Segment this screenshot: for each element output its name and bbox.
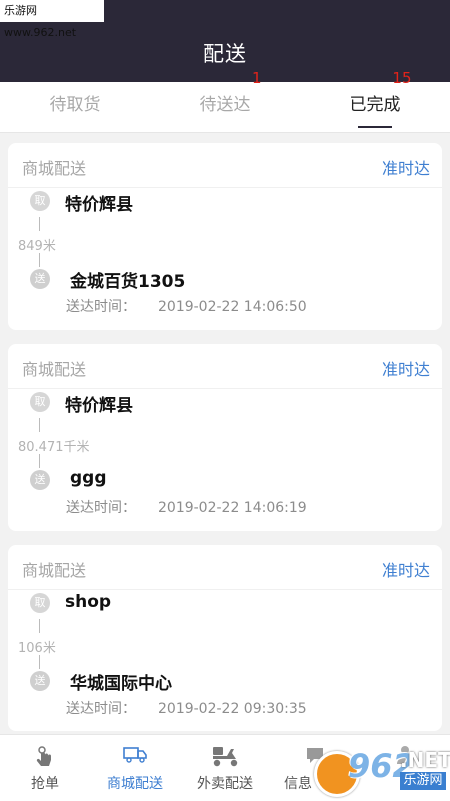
nav-grab-order[interactable]: 抢单 <box>0 735 90 801</box>
route-line <box>39 454 40 468</box>
order-card[interactable]: 商城配送 准时达 取 特价辉县 80.471千米 送 ggg 送达时间： 2019… <box>8 344 442 531</box>
order-status: 准时达 <box>381 360 430 379</box>
order-card-header: 商城配送 准时达 <box>8 545 442 590</box>
route-line <box>39 418 40 432</box>
nav-takeout-delivery[interactable]: 外卖配送 <box>180 735 270 801</box>
dropoff-marker-icon: 送 <box>30 269 50 289</box>
order-status: 准时达 <box>381 159 430 178</box>
tab-label: 待送达 <box>199 95 251 115</box>
tab-completed[interactable]: 已完成 15 <box>300 70 450 132</box>
delivery-time-row: 送达时间： 2019-02-22 14:06:50 <box>66 296 307 316</box>
delivery-time-label: 送达时间： <box>66 701 136 717</box>
pickup-location: 特价辉县 <box>65 195 133 215</box>
tab-label: 待取货 <box>49 95 101 115</box>
dropoff-location: 华城国际中心 <box>70 674 172 694</box>
nav-label: 抢单 <box>31 776 59 792</box>
pickup-marker-icon: 取 <box>30 593 50 613</box>
tab-count-badge: 1 <box>251 69 262 87</box>
route-line <box>39 217 40 231</box>
pickup-row: 取 特价辉县 <box>8 187 442 217</box>
status-tabs: 待取货 待送达 1 已完成 15 <box>0 70 450 133</box>
logo-net: .NET <box>400 748 450 772</box>
tab-label: 已完成 <box>349 95 401 115</box>
order-card-header: 商城配送 准时达 <box>8 344 442 389</box>
site-logo-watermark: 962 .NET 乐游网 <box>308 745 450 797</box>
route-line <box>39 253 40 267</box>
pickup-marker-icon: 取 <box>30 191 50 211</box>
logo-cn: 乐游网 <box>400 772 446 790</box>
nav-label: 外卖配送 <box>197 776 253 792</box>
delivery-time-label: 送达时间： <box>66 299 136 315</box>
route-distance: 80.471千米 <box>18 440 90 455</box>
tab-pending-delivery[interactable]: 待送达 1 <box>150 70 300 132</box>
route-distance: 849米 <box>18 239 56 254</box>
route-line <box>39 619 40 633</box>
nav-mall-delivery[interactable]: 商城配送 <box>90 735 180 801</box>
order-card-header: 商城配送 准时达 <box>8 143 442 188</box>
dropoff-location: 金城百货1305 <box>70 272 186 292</box>
delivery-time: 2019-02-22 14:06:19 <box>158 500 307 516</box>
pickup-row: 取 特价辉县 <box>8 388 442 418</box>
dropoff-marker-icon: 送 <box>30 671 50 691</box>
delivery-time: 2019-02-22 14:06:50 <box>158 299 307 315</box>
pickup-location: shop <box>65 592 112 612</box>
pickup-location: 特价辉县 <box>65 396 133 416</box>
dropoff-row: 送 金城百货1305 <box>8 269 442 299</box>
hand-tap-icon <box>33 744 57 772</box>
pickup-row: 取 shop <box>8 589 442 619</box>
order-status: 准时达 <box>381 561 430 580</box>
dropoff-marker-icon: 送 <box>30 470 50 490</box>
dropoff-location: ggg <box>70 468 107 488</box>
order-type: 商城配送 <box>22 561 87 580</box>
delivery-truck-icon <box>122 744 148 768</box>
order-type: 商城配送 <box>22 360 87 379</box>
route-distance: 106米 <box>18 641 56 656</box>
route-line <box>39 655 40 669</box>
nav-label: 商城配送 <box>107 776 163 792</box>
tab-count-badge: 15 <box>392 69 412 87</box>
dropoff-row: 送 华城国际中心 <box>8 671 442 701</box>
scooter-icon <box>210 744 240 772</box>
watermark-text: 乐游网 www.962.net <box>0 0 104 39</box>
delivery-time-row: 送达时间： 2019-02-22 09:30:35 <box>66 698 307 718</box>
dropoff-row: 送 ggg <box>8 468 442 500</box>
delivery-time-row: 送达时间： 2019-02-22 14:06:19 <box>66 497 307 517</box>
active-tab-indicator <box>358 126 392 128</box>
delivery-time: 2019-02-22 09:30:35 <box>158 701 307 717</box>
delivery-time-label: 送达时间： <box>66 500 136 516</box>
order-card[interactable]: 商城配送 准时达 取 shop 106米 送 华城国际中心 送达时间： 2019-… <box>8 545 442 731</box>
order-card[interactable]: 商城配送 准时达 取 特价辉县 849米 送 金城百货1305 送达时间： 201… <box>8 143 442 330</box>
order-type: 商城配送 <box>22 159 87 178</box>
tab-pending-pickup[interactable]: 待取货 <box>0 82 150 132</box>
pickup-marker-icon: 取 <box>30 392 50 412</box>
